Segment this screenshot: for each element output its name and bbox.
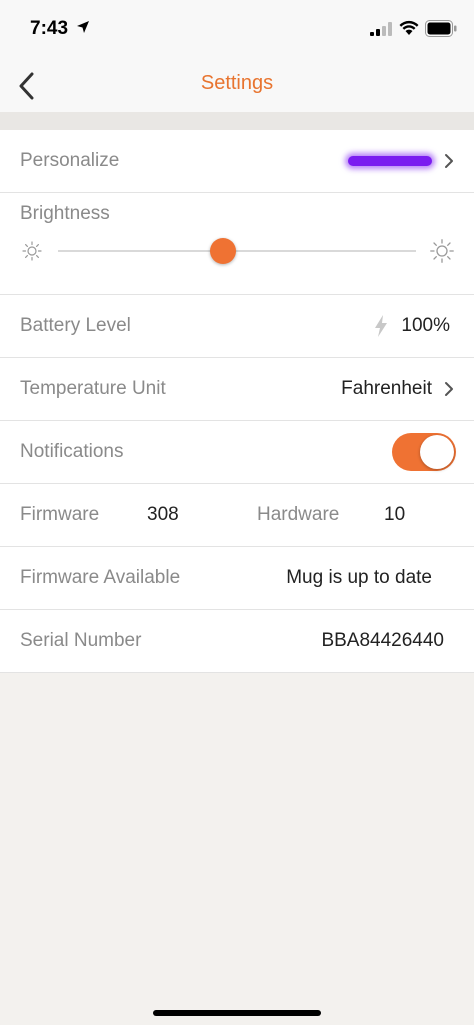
settings-screen: 7:43 Settings Personalize Brightness Bat… (0, 0, 474, 1025)
personalize-label: Personalize (20, 150, 120, 171)
hardware-value: 10 (384, 504, 406, 525)
cellular-signal-icon (370, 22, 392, 36)
serial-number-value: BBA84426440 (321, 630, 444, 651)
brightness-slider-thumb[interactable] (209, 238, 236, 264)
settings-list: Personalize Brightness Battery Level 100… (0, 130, 474, 673)
home-indicator[interactable] (153, 1010, 321, 1016)
status-bar: 7:43 (0, 0, 474, 58)
location-arrow-icon (77, 21, 89, 33)
brightness-row: Brightness (0, 193, 474, 295)
wifi-icon (399, 20, 419, 35)
chevron-right-icon (445, 382, 453, 396)
firmware-available-value: Mug is up to date (286, 567, 432, 588)
status-time: 7:43 (30, 18, 69, 39)
sun-low-icon (22, 241, 42, 261)
firmware-available-row: Firmware Available Mug is up to date (0, 547, 474, 610)
brightness-label: Brightness (20, 203, 110, 224)
chevron-right-icon (445, 154, 453, 168)
lightning-bolt-icon (375, 315, 387, 337)
hardware-label: Hardware (257, 504, 340, 525)
firmware-hardware-row: Firmware 308 Hardware 10 (0, 484, 474, 547)
battery-value: 100% (401, 315, 450, 336)
battery-row: Battery Level 100% (0, 295, 474, 358)
personalize-row[interactable]: Personalize (0, 130, 474, 193)
section-spacer (0, 112, 474, 130)
notifications-row: Notifications (0, 421, 474, 484)
battery-icon (425, 20, 457, 37)
toggle-knob (420, 435, 454, 469)
temperature-unit-row[interactable]: Temperature Unit Fahrenheit (0, 358, 474, 421)
temperature-unit-value: Fahrenheit (341, 378, 432, 399)
temperature-unit-label: Temperature Unit (20, 378, 166, 399)
firmware-available-label: Firmware Available (20, 567, 181, 588)
battery-label: Battery Level (20, 315, 131, 336)
serial-number-label: Serial Number (20, 630, 142, 651)
notifications-label: Notifications (20, 441, 124, 462)
firmware-label: Firmware (20, 504, 100, 525)
brightness-slider-track[interactable] (58, 250, 416, 252)
led-color-swatch (348, 156, 432, 166)
nav-bar: Settings (0, 58, 474, 112)
notifications-toggle[interactable] (392, 433, 456, 471)
serial-number-row: Serial Number BBA84426440 (0, 610, 474, 673)
sun-high-icon (430, 239, 454, 263)
firmware-value: 308 (147, 504, 179, 525)
page-title: Settings (200, 72, 274, 94)
